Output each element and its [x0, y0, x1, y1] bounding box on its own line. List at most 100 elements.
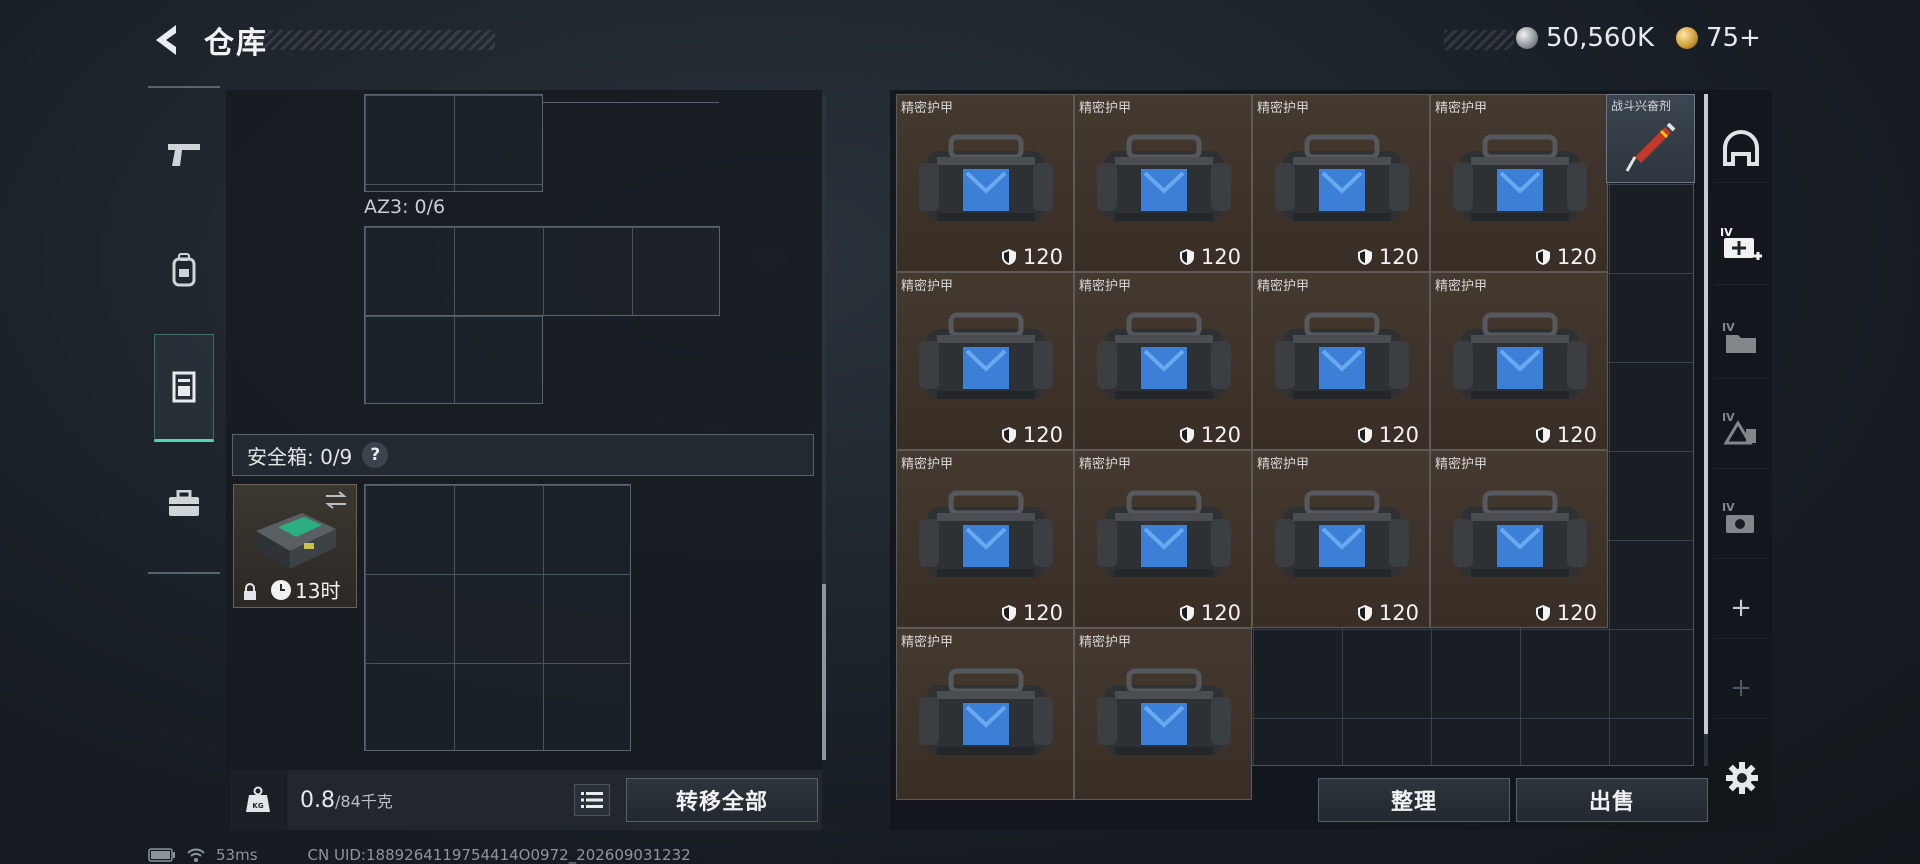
- container-grid-upper[interactable]: [364, 94, 543, 192]
- armor-durability: 120: [1357, 423, 1419, 447]
- armor-item[interactable]: 精密护甲 120: [1074, 272, 1252, 450]
- category-sidebar: [148, 86, 220, 574]
- stash-scrollbar-thumb[interactable]: [1704, 94, 1708, 734]
- armor-durability-value: 120: [1022, 423, 1063, 447]
- list-icon: [581, 792, 603, 808]
- armor-item[interactable]: 精密护甲: [896, 628, 1074, 800]
- weight-icon: KG: [246, 786, 270, 812]
- armor-durability: 120: [1535, 423, 1597, 447]
- armor-vest-icon: [1275, 134, 1409, 221]
- stash-page-icon: IV: [1722, 321, 1756, 353]
- clock-icon: [271, 579, 291, 600]
- gold-amount: 75+: [1706, 23, 1761, 53]
- gear-icon: [1726, 762, 1758, 794]
- shield-icon: [1535, 249, 1550, 265]
- armor-durability-value: 120: [1022, 601, 1063, 625]
- armor-item[interactable]: 精密护甲 120: [896, 272, 1074, 450]
- container-scrollbar-thumb[interactable]: [822, 584, 826, 760]
- stash-page-3-label: IV: [1722, 411, 1735, 424]
- armor-durability: 120: [1179, 423, 1241, 447]
- transfer-all-button[interactable]: 转移全部: [626, 778, 818, 822]
- sell-button[interactable]: 出售: [1516, 778, 1708, 822]
- currency-decoration: [1444, 30, 1514, 50]
- back-arrow-icon: [156, 25, 176, 55]
- add-stash-page-button-disabled[interactable]: +: [1714, 658, 1768, 719]
- stash-page-sidebar: IV IV IV IV + +: [1714, 92, 1768, 772]
- tab-vest[interactable]: [154, 334, 214, 442]
- settings-button[interactable]: [1722, 758, 1762, 798]
- az3-grid-bottom[interactable]: [364, 315, 543, 404]
- armor-item[interactable]: 精密护甲 120: [1430, 272, 1608, 450]
- armor-item[interactable]: 精密护甲 120: [896, 450, 1074, 628]
- armor-vest-icon: [1453, 134, 1587, 221]
- armor-item[interactable]: 精密护甲 120: [896, 94, 1074, 272]
- armor-item[interactable]: 精密护甲 120: [1074, 450, 1252, 628]
- armor-item[interactable]: 精密护甲: [1074, 628, 1252, 800]
- uid-readout: CN UID:1889264119754414O0972_20260903123…: [307, 846, 691, 864]
- list-view-button[interactable]: [574, 784, 610, 816]
- stash-page-icon: IV: [1722, 411, 1756, 445]
- shield-icon: [1357, 249, 1372, 265]
- armor-vest-icon: [1097, 312, 1231, 399]
- armor-durability: 120: [1001, 245, 1063, 269]
- stash-page-3[interactable]: IV: [1714, 388, 1768, 469]
- armor-durability-value: 120: [1378, 423, 1419, 447]
- add-stash-page-button[interactable]: +: [1714, 578, 1768, 639]
- armor-vest-icon: [1097, 668, 1231, 755]
- svg-text:KG: KG: [252, 802, 263, 810]
- shield-icon: [1179, 605, 1194, 621]
- armor-item[interactable]: 精密护甲 120: [1074, 94, 1252, 272]
- back-button[interactable]: [148, 20, 184, 60]
- tab-weapons[interactable]: [154, 100, 214, 208]
- pistol-icon: [168, 144, 200, 166]
- silver-currency[interactable]: 50,560K: [1516, 22, 1654, 54]
- stash-page-4[interactable]: IV: [1714, 478, 1768, 559]
- armor-item-name: 精密护甲: [1257, 457, 1310, 472]
- shield-icon: [1535, 427, 1550, 443]
- tab-briefcase[interactable]: [154, 450, 214, 558]
- az3-grid-top[interactable]: [364, 226, 720, 316]
- safebox-item[interactable]: 13时: [233, 484, 357, 608]
- safebox-grid[interactable]: [364, 484, 631, 751]
- swap-icon[interactable]: [324, 491, 348, 509]
- armor-item[interactable]: 精密护甲 120: [1430, 450, 1608, 628]
- safebox-time-left: 13时: [295, 579, 341, 603]
- gold-currency[interactable]: 75+: [1676, 22, 1761, 54]
- armor-item[interactable]: 精密护甲 120: [1252, 94, 1430, 272]
- stash-page-2-label: IV: [1722, 321, 1735, 334]
- equipment-page-button[interactable]: [1714, 114, 1768, 183]
- title-decoration: [250, 30, 495, 50]
- armor-durability-value: 120: [1200, 601, 1241, 625]
- tab-backpack[interactable]: [154, 216, 214, 324]
- stash-page-1[interactable]: IV: [1714, 204, 1768, 285]
- armor-vest-icon: [919, 312, 1053, 399]
- syringe-icon: [1625, 122, 1676, 172]
- armor-item-name: 精密护甲: [901, 457, 954, 472]
- armor-item[interactable]: 精密护甲 120: [1430, 94, 1608, 272]
- armor-item[interactable]: 精密护甲 120: [1252, 450, 1430, 628]
- silver-coin-icon: [1516, 27, 1538, 49]
- armor-item-name: 精密护甲: [1079, 101, 1132, 116]
- safebox-timer: 13时: [270, 575, 340, 604]
- armor-durability-value: 120: [1378, 245, 1419, 269]
- stash-page-2[interactable]: IV: [1714, 298, 1768, 379]
- lock-icon: [244, 583, 256, 600]
- gold-coin-icon: [1676, 27, 1698, 49]
- sort-button[interactable]: 整理: [1318, 778, 1510, 822]
- stash-page-1-label: IV: [1720, 226, 1733, 239]
- armor-item-name: 精密护甲: [901, 279, 954, 294]
- wifi-icon: [187, 848, 205, 862]
- armor-durability-value: 120: [1200, 245, 1241, 269]
- armor-vest-icon: [1453, 490, 1587, 577]
- help-icon[interactable]: ?: [362, 442, 389, 468]
- armor-item-name: 精密护甲: [901, 101, 954, 116]
- armor-item[interactable]: 精密护甲 120: [1252, 272, 1430, 450]
- safebox-label: 安全箱: 0/9: [247, 444, 353, 469]
- armor-durability: 120: [1357, 245, 1419, 269]
- armor-durability: 120: [1535, 245, 1597, 269]
- shield-icon: [1179, 249, 1194, 265]
- add-stash-icon: IV: [1720, 226, 1762, 260]
- safebox-header: 安全箱: 0/9 ?: [232, 434, 814, 476]
- armor-vest-icon: [1453, 312, 1587, 399]
- stim-item[interactable]: 战斗兴奋剂: [1606, 94, 1695, 183]
